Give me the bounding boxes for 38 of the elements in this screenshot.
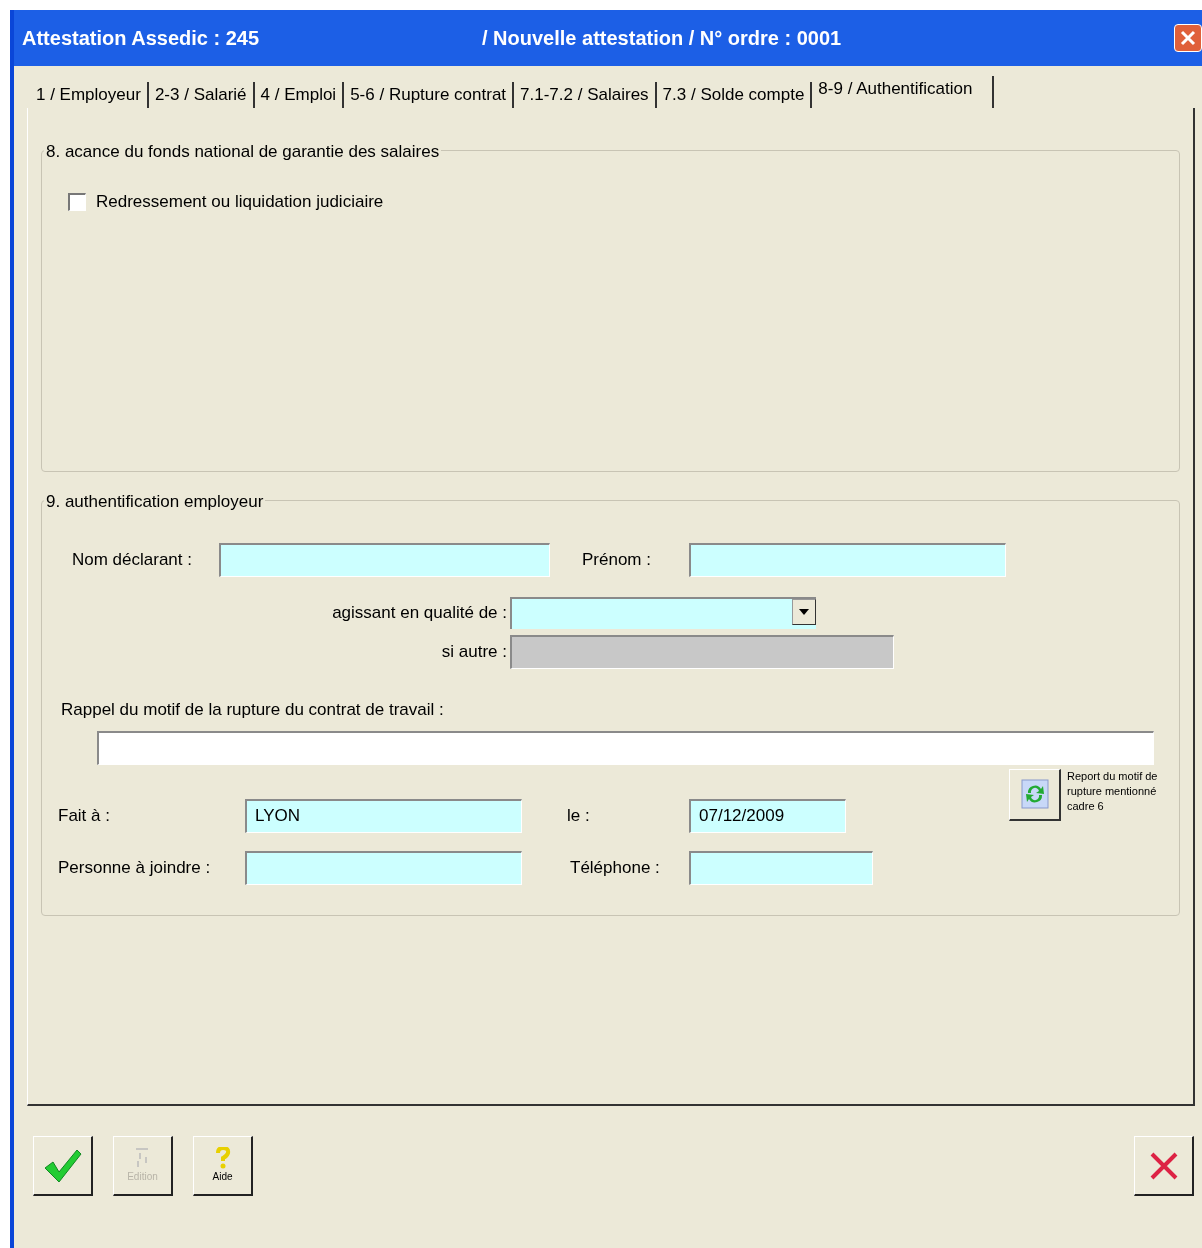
input-field[interactable]: LYON	[245, 798, 522, 833]
input-field[interactable]	[219, 543, 550, 577]
caret-icon	[799, 609, 809, 615]
field-label: Rappel du motif de la rupture du contrat de travail :	[61, 700, 444, 719]
tab[interactable]: 7.1-7.2 / Salaires	[514, 82, 657, 108]
field-label: Personne à joindre :	[58, 856, 212, 879]
field-label: Fait à :	[58, 804, 111, 827]
tab[interactable]: 4 / Emploi	[254, 82, 345, 108]
field-label: Nom déclarant :	[72, 549, 193, 572]
window-title: Attestation Assedic : 245	[22, 26, 261, 51]
field-label: le :	[567, 804, 591, 827]
input-field[interactable]	[689, 543, 1006, 577]
checkbox[interactable]	[68, 192, 86, 211]
tab[interactable]: 2-3 / Salarié	[148, 82, 255, 108]
field-label: agissant en qualité de :	[331, 602, 508, 625]
input-field[interactable]	[245, 850, 522, 885]
tab[interactable]: 1 / Employeur	[30, 82, 149, 108]
ok-button[interactable]	[33, 1136, 93, 1196]
close-icon	[1148, 1150, 1179, 1181]
question-icon	[213, 1147, 232, 1169]
field-label: si autre :	[440, 641, 508, 664]
cancel-button[interactable]	[1134, 1136, 1194, 1196]
aide-button[interactable]: Aide	[193, 1136, 253, 1196]
input-field[interactable]: 07/12/2009	[689, 798, 846, 833]
close-icon	[1180, 30, 1196, 46]
window-subtitle: / Nouvelle attestation / N° ordre : 0001	[482, 26, 842, 51]
dropdown-button[interactable]	[792, 599, 816, 625]
field-label: Téléphone :	[570, 856, 661, 879]
input-field[interactable]	[689, 850, 873, 885]
checkmark-icon	[42, 1147, 83, 1184]
button-caption: Report du motif de rupture mentionné cadre 6	[1067, 768, 1159, 814]
field-label: Prénom :	[582, 549, 652, 572]
refresh-icon	[1020, 779, 1049, 809]
close-button[interactable]	[1174, 24, 1202, 52]
input-field[interactable]	[97, 730, 1154, 765]
field-label: Redressement ou liquidation judiciaire	[96, 191, 384, 213]
refresh-button[interactable]	[1009, 768, 1061, 821]
tab[interactable]: 5-6 / Rupture contrat	[344, 82, 515, 108]
